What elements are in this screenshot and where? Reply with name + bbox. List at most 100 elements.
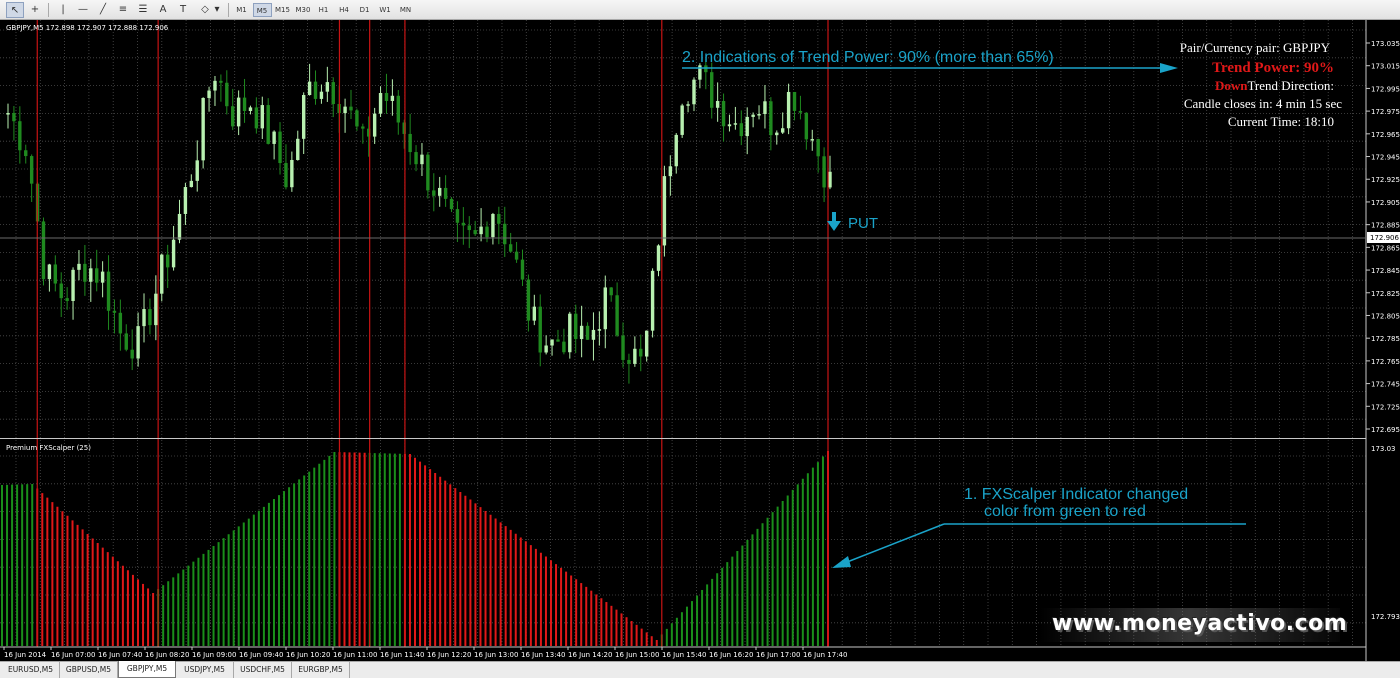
trendline-icon[interactable]: ╱ bbox=[94, 2, 112, 18]
text-icon[interactable]: A bbox=[154, 2, 172, 18]
time-label: 16 Jun 08:20 bbox=[145, 651, 189, 659]
candle-body bbox=[680, 105, 684, 135]
timeframe-m1[interactable]: M1 bbox=[232, 3, 251, 17]
candle-body bbox=[83, 263, 87, 282]
candle-body bbox=[18, 121, 22, 151]
candle-body bbox=[710, 72, 714, 108]
candle-body bbox=[331, 82, 335, 105]
time-label: 16 Jun 17:40 bbox=[803, 651, 847, 659]
candle-body bbox=[810, 139, 814, 141]
candle-body bbox=[177, 213, 182, 240]
candle-body bbox=[455, 209, 460, 223]
price-label: 173.015 bbox=[1371, 63, 1400, 71]
symbol-tab[interactable]: GBPUSD,M5 bbox=[60, 662, 118, 678]
chart-area[interactable]: 173.035 173.015 172.995 172.975 172.965 172.9… bbox=[0, 20, 1400, 661]
candle-body bbox=[390, 95, 395, 101]
time-label: 16 Jun 07:40 bbox=[98, 651, 142, 659]
candle-body bbox=[130, 349, 134, 359]
candle-body bbox=[443, 187, 448, 199]
trend-direction-value: Down bbox=[1214, 78, 1248, 93]
candle-body bbox=[609, 287, 613, 296]
put-label: PUT bbox=[848, 215, 878, 232]
candle-body bbox=[183, 187, 188, 214]
candle-body bbox=[497, 213, 501, 224]
text-label-icon[interactable]: T bbox=[174, 2, 192, 18]
trend-power: Trend Power: 90% bbox=[1212, 60, 1334, 76]
candle-body bbox=[24, 150, 28, 157]
crosshair-icon[interactable]: + bbox=[26, 2, 44, 18]
timeframe-d1[interactable]: D1 bbox=[355, 3, 374, 17]
candle-body bbox=[201, 97, 205, 161]
candle-body bbox=[384, 93, 389, 101]
candle-body bbox=[118, 312, 123, 334]
candle-body bbox=[568, 313, 572, 353]
candle-body bbox=[739, 123, 743, 137]
symbol-tab[interactable]: USDCHF,M5 bbox=[234, 662, 292, 678]
time-label: 16 Jun 07:00 bbox=[51, 651, 95, 659]
candle-body bbox=[142, 309, 146, 327]
horizontal-line-icon[interactable]: — bbox=[74, 2, 92, 18]
candle-body bbox=[65, 298, 69, 301]
symbol-tab[interactable]: GBPJPY,M5 bbox=[118, 661, 176, 678]
timeframe-m5[interactable]: M5 bbox=[252, 3, 272, 17]
fibonacci-icon[interactable]: ☰ bbox=[134, 2, 152, 18]
timeframe-h1[interactable]: H1 bbox=[314, 3, 333, 17]
timeframe-mn[interactable]: MN bbox=[396, 3, 415, 17]
candle-body bbox=[290, 159, 294, 188]
time-label: 16 Jun 10:20 bbox=[286, 651, 330, 659]
cursor-icon[interactable]: ↖ bbox=[6, 2, 24, 18]
price-label: 172.765 bbox=[1371, 358, 1400, 366]
candle-body bbox=[644, 330, 649, 357]
candle-body bbox=[562, 341, 566, 353]
current-price-label: 172.906 bbox=[1370, 234, 1399, 242]
candle-body bbox=[231, 106, 235, 127]
time-label: 16 Jun 17:00 bbox=[756, 651, 800, 659]
put-arrow-shaft bbox=[832, 212, 836, 222]
candle-body bbox=[225, 82, 229, 107]
symbol-tab[interactable]: EURUSD,M5 bbox=[2, 662, 60, 678]
candle-body bbox=[272, 131, 276, 144]
symbol-tab[interactable]: EURGBP,M5 bbox=[292, 662, 350, 678]
candle-body bbox=[686, 104, 690, 106]
channel-icon[interactable]: ≡ bbox=[114, 2, 132, 18]
candle-body bbox=[556, 339, 560, 342]
candle-body bbox=[242, 97, 247, 112]
watermark-text: www.moneyactivo.com bbox=[1052, 611, 1348, 636]
candle-body bbox=[745, 116, 749, 137]
candle-body bbox=[12, 113, 16, 122]
timeframe-m30[interactable]: M30 bbox=[294, 3, 313, 17]
timeframe-h4[interactable]: H4 bbox=[335, 3, 354, 17]
timeframe-m15[interactable]: M15 bbox=[273, 3, 292, 17]
candle-body bbox=[219, 80, 223, 83]
time-label: 16 Jun 11:40 bbox=[380, 651, 424, 659]
candle-body bbox=[603, 287, 607, 330]
candle-body bbox=[479, 226, 483, 235]
chevron-down-icon[interactable]: ▾ bbox=[212, 2, 222, 18]
candle-body bbox=[112, 310, 117, 313]
candle-body bbox=[89, 268, 93, 282]
candle-body bbox=[284, 163, 288, 188]
price-label: 172.925 bbox=[1371, 176, 1400, 184]
candle-body bbox=[124, 333, 128, 350]
indicator-scale-top: 173.03 bbox=[1371, 445, 1396, 453]
time-label: 16 Jun 2014 bbox=[4, 651, 47, 659]
candle-body bbox=[692, 79, 696, 105]
vertical-line-icon[interactable]: | bbox=[54, 2, 72, 18]
candle-body bbox=[508, 244, 513, 252]
price-label: 172.995 bbox=[1371, 85, 1400, 93]
candle-body bbox=[597, 329, 602, 331]
candle-body bbox=[574, 313, 578, 340]
candle-body bbox=[621, 335, 625, 360]
timeframe-w1[interactable]: W1 bbox=[376, 3, 395, 17]
candle-body bbox=[426, 154, 430, 191]
candle-body bbox=[165, 254, 170, 268]
price-label: 172.825 bbox=[1371, 290, 1400, 298]
candle-body bbox=[485, 226, 489, 238]
time-label: 16 Jun 11:00 bbox=[333, 651, 377, 659]
toolbar: ↖ + | — ╱ ≡ ☰ A T ◇ ▾ M1 M5 M15 M30 H1 H4 D1 W1… bbox=[0, 0, 1400, 20]
price-label: 172.695 bbox=[1371, 426, 1400, 434]
symbol-tab[interactable]: USDJPY,M5 bbox=[176, 662, 234, 678]
candle-body bbox=[307, 81, 312, 96]
candle-body bbox=[763, 101, 767, 115]
candle-body bbox=[733, 123, 738, 125]
